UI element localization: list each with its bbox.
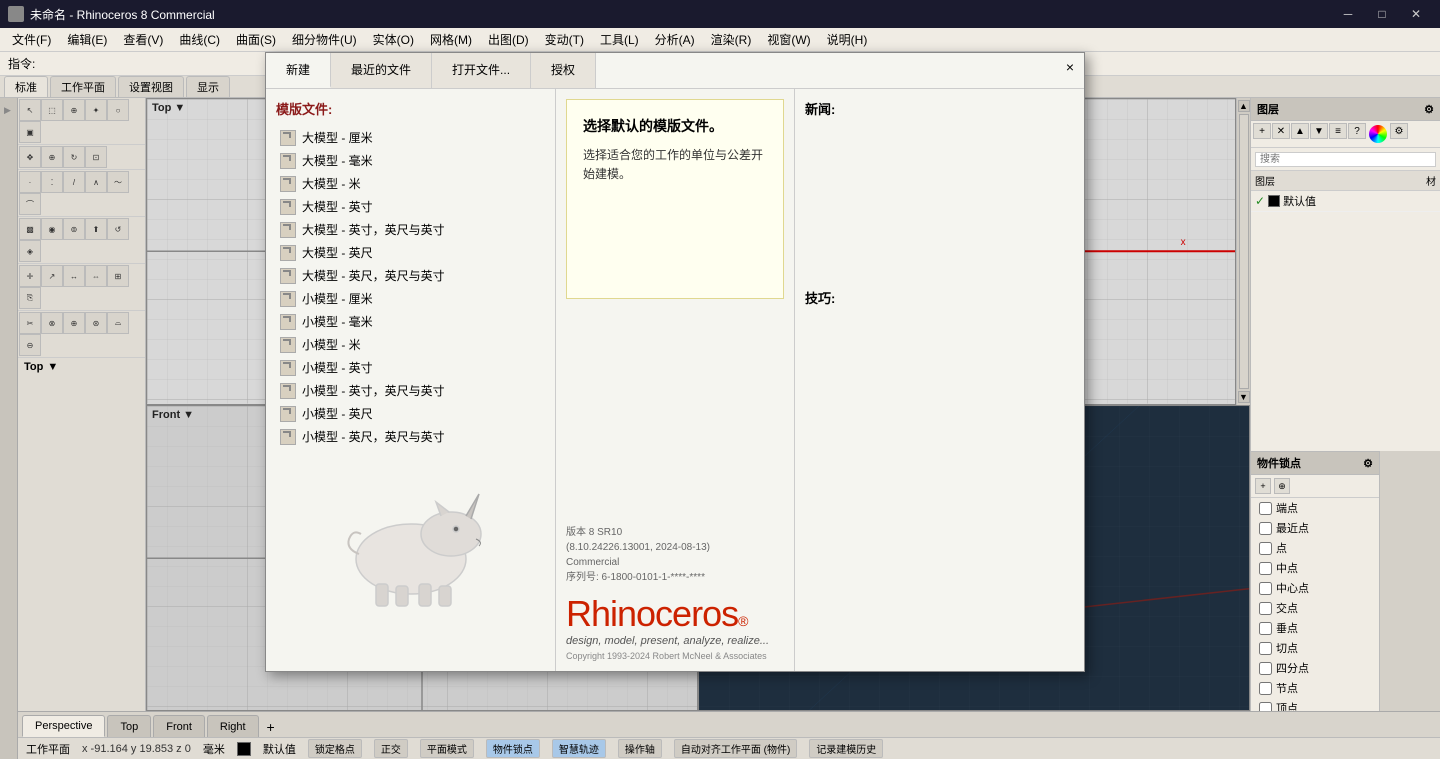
news-title: 新闻: [805,99,1074,118]
template-small-ft[interactable]: 小模型 - 英尺 [276,402,545,425]
template-large-ft[interactable]: 大模型 - 英尺 [276,241,545,264]
template-icon-6 [280,268,296,284]
tips-title: 技巧: [805,288,1074,307]
select-default-box: 选择默认的模版文件。 选择适合您的工作的单位与公差开始建模。 [566,99,784,299]
select-default-title: 选择默认的模版文件。 [583,116,767,136]
modal-overlay: 新建 最近的文件 打开文件... 授权 × 模版文件: 大模型 - 厘米 [0,0,1440,759]
template-small-cm[interactable]: 小模型 - 厘米 [276,287,545,310]
rhino-copyright: Copyright 1993-2024 Robert McNeel & Asso… [566,651,784,661]
template-large-mm[interactable]: 大模型 - 毫米 [276,149,545,172]
modal-tab-recent[interactable]: 最近的文件 [331,53,432,88]
rhino-logo-name: Rhinoceros [566,593,738,635]
template-icon-2 [280,176,296,192]
template-small-in-ft[interactable]: 小模型 - 英寸，英尺与英寸 [276,379,545,402]
new-file-modal: 新建 最近的文件 打开文件... 授权 × 模版文件: 大模型 - 厘米 [265,52,1085,672]
rhino-trademark: ® [738,613,748,629]
rhino-logo-section: Rhinoceros ® design, model, present, ana… [566,593,784,661]
version-line3: Commercial [566,555,784,570]
template-icon-3 [280,199,296,215]
template-small-ft-in[interactable]: 小模型 - 英尺，英尺与英寸 [276,425,545,448]
template-small-in[interactable]: 小模型 - 英寸 [276,356,545,379]
modal-center: 选择默认的模版文件。 选择适合您的工作的单位与公差开始建模。 版本 8 SR10… [556,89,794,671]
template-icon-5 [280,245,296,261]
template-icon-1 [280,153,296,169]
modal-tab-license[interactable]: 授权 [531,53,596,88]
template-large-in[interactable]: 大模型 - 英寸 [276,195,545,218]
rhino-tagline: design, model, present, analyze, realize… [566,635,784,647]
modal-close-button[interactable]: × [1056,53,1084,81]
modal-right-panel: 新闻: 技巧: [794,89,1084,671]
modal-header: 新建 最近的文件 打开文件... 授权 × [266,53,1084,89]
template-large-cm[interactable]: 大模型 - 厘米 [276,126,545,149]
template-icon-9 [280,337,296,353]
modal-template-list: 模版文件: 大模型 - 厘米 大模型 - 毫米 大模型 - 米 [266,89,556,671]
rhino-logo-text-group: Rhinoceros ® [566,593,784,635]
rhino-3d-logo [311,464,511,624]
template-icon-0 [280,130,296,146]
version-line4: 序列号: 6-1800-0101-1-****-**** [566,570,784,585]
template-icon-11 [280,383,296,399]
rhino-branding: 版本 8 SR10 (8.10.24226.13001, 2024-08-13)… [566,525,784,661]
template-icon-4 [280,222,296,238]
template-small-mm[interactable]: 小模型 - 毫米 [276,310,545,333]
news-content [805,126,1074,276]
version-info: 版本 8 SR10 (8.10.24226.13001, 2024-08-13)… [566,525,784,585]
template-icon-8 [280,314,296,330]
template-icon-13 [280,429,296,445]
template-large-in-ft[interactable]: 大模型 - 英寸，英尺与英寸 [276,218,545,241]
template-small-m[interactable]: 小模型 - 米 [276,333,545,356]
modal-tab-open[interactable]: 打开文件... [432,53,531,88]
modal-body: 模版文件: 大模型 - 厘米 大模型 - 毫米 大模型 - 米 [266,89,1084,671]
template-section-title: 模版文件: [276,99,545,118]
modal-tab-new[interactable]: 新建 [266,53,331,88]
template-icon-7 [280,291,296,307]
version-line1: 版本 8 SR10 [566,525,784,540]
template-icon-12 [280,406,296,422]
template-large-m[interactable]: 大模型 - 米 [276,172,545,195]
template-large-ft-in[interactable]: 大模型 - 英尺，英尺与英寸 [276,264,545,287]
select-default-desc: 选择适合您的工作的单位与公差开始建模。 [583,146,767,184]
template-icon-10 [280,360,296,376]
version-line2: (8.10.24226.13001, 2024-08-13) [566,540,784,555]
